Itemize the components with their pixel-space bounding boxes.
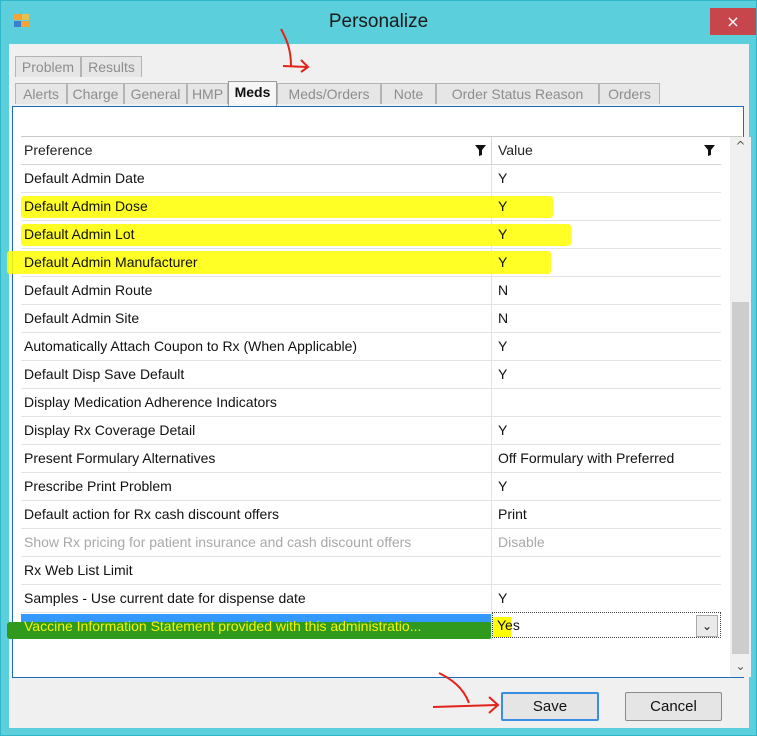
preference-cell: Prescribe Print Problem — [21, 472, 492, 500]
chevron-down-icon[interactable]: ⌄ — [696, 615, 718, 637]
tab-orders[interactable]: Orders — [599, 83, 660, 104]
title-bar[interactable]: Personalize × — [1, 1, 756, 41]
dialog-body: Problem Results Alerts Charge General HM… — [7, 44, 751, 728]
value-cell[interactable]: N — [492, 304, 721, 332]
value-column-header[interactable]: Value — [492, 137, 721, 164]
tab-meds-orders[interactable]: Meds/Orders — [277, 83, 381, 104]
tab-note[interactable]: Note — [381, 83, 436, 104]
table-row[interactable]: Default action for Rx cash discount offe… — [21, 500, 721, 529]
preference-cell: Default Admin Lot — [21, 220, 492, 248]
cancel-button[interactable]: Cancel — [625, 692, 722, 721]
scroll-up-icon[interactable]: ^ — [730, 139, 751, 157]
preference-cell: Samples - Use current date for dispense … — [21, 584, 492, 612]
grid-header: Preference Value — [21, 137, 721, 165]
table-row[interactable]: Display Rx Coverage Detail Y — [21, 416, 721, 445]
value-cell[interactable]: Y — [492, 472, 721, 500]
value-cell: Disable — [498, 534, 545, 550]
preference-cell: Default Admin Dose — [21, 192, 492, 220]
value-cell[interactable]: N — [492, 276, 721, 304]
value-header-label: Value — [498, 142, 533, 158]
scrollbar-thumb[interactable] — [732, 302, 749, 654]
value-cell[interactable]: Y — [492, 192, 721, 220]
value-cell[interactable]: Off Formulary with Preferred — [492, 444, 721, 472]
table-row[interactable]: Default Admin Manufacturer Y — [21, 248, 721, 277]
table-row[interactable]: Default Admin Date Y — [21, 164, 721, 193]
tab-problem[interactable]: Problem — [15, 56, 81, 77]
close-icon: × — [726, 12, 740, 31]
close-button[interactable]: × — [710, 8, 756, 35]
preference-cell: Rx Web List Limit — [21, 556, 492, 584]
value-cell[interactable]: Y — [492, 220, 721, 248]
preference-cell: Default Admin Site — [21, 304, 492, 332]
table-row[interactable]: Show Rx pricing for patient insurance an… — [21, 528, 721, 557]
preference-cell: Automatically Attach Coupon to Rx (When … — [21, 332, 492, 360]
tab-alerts[interactable]: Alerts — [15, 83, 67, 104]
tab-order-status-reason[interactable]: Order Status Reason — [436, 83, 599, 104]
table-row[interactable]: Default Disp Save Default Y — [21, 360, 721, 389]
preference-cell: Default Disp Save Default — [21, 360, 492, 388]
table-row[interactable]: Present Formulary Alternatives Off Formul… — [21, 444, 721, 473]
preference-cell: Vaccine Information Statement provided w… — [21, 612, 492, 640]
vertical-scrollbar[interactable]: ^ ⌄ — [730, 137, 751, 677]
table-row[interactable]: Default Admin Lot Y — [21, 220, 721, 249]
value-cell[interactable] — [492, 388, 721, 416]
value-cell[interactable]: Y — [492, 164, 721, 192]
value-cell[interactable]: Print — [492, 500, 721, 528]
tab-row-main: Alerts Charge General HMP Meds Meds/Orde… — [15, 81, 715, 106]
preference-grid: Preference Value Default Admin Date Y Def… — [7, 136, 751, 677]
window-title: Personalize — [328, 11, 429, 32]
tab-hmp[interactable]: HMP — [187, 83, 228, 104]
annotation-arrow-icon — [280, 28, 310, 73]
tab-meds[interactable]: Meds — [228, 81, 277, 106]
tab-charge[interactable]: Charge — [67, 83, 124, 104]
table-row[interactable]: Prescribe Print Problem Y — [21, 472, 721, 501]
value-cell[interactable]: Y — [492, 332, 721, 360]
table-row[interactable]: Default Admin Site N — [21, 304, 721, 333]
table-row[interactable]: Automatically Attach Coupon to Rx (When … — [21, 332, 721, 361]
preference-column-header[interactable]: Preference — [21, 137, 492, 164]
preference-header-label: Preference — [24, 142, 93, 158]
value-dropdown-text: Yes — [497, 617, 520, 633]
preference-cell: Default Admin Route — [21, 276, 492, 304]
preference-cell: Display Rx Coverage Detail — [21, 416, 492, 444]
preference-cell: Default Admin Date — [21, 164, 492, 192]
annotation-arrow-icon — [432, 672, 500, 714]
table-row[interactable]: Default Admin Dose Y — [21, 192, 721, 221]
preference-cell: Present Formulary Alternatives — [21, 444, 492, 472]
personalize-window: Personalize × Problem Results Alerts Cha… — [0, 0, 757, 736]
meds-panel: Preference Value Default Admin Date Y Def… — [7, 106, 751, 678]
tab-general[interactable]: General — [124, 83, 187, 104]
value-cell[interactable]: Y — [492, 584, 721, 612]
value-cell[interactable]: Y — [492, 248, 721, 276]
selected-table-row[interactable]: Vaccine Information Statement provided w… — [7, 612, 721, 640]
tab-row-top: Problem Results — [15, 56, 315, 78]
preference-cell: Default Admin Manufacturer — [21, 248, 492, 276]
preference-cell: Default action for Rx cash discount offe… — [21, 500, 492, 528]
table-row[interactable]: Rx Web List Limit — [21, 556, 721, 585]
value-dropdown[interactable]: Yes ⌄ — [492, 612, 721, 638]
tab-results[interactable]: Results — [81, 56, 142, 77]
value-cell[interactable]: Y — [492, 360, 721, 388]
save-button[interactable]: Save — [501, 692, 599, 721]
table-row[interactable]: Samples - Use current date for dispense … — [21, 584, 721, 613]
preference-cell: Display Medication Adherence Indicators — [21, 388, 492, 416]
preference-cell: Show Rx pricing for patient insurance an… — [21, 528, 492, 556]
table-row[interactable]: Display Medication Adherence Indicators — [21, 388, 721, 417]
table-row[interactable]: Default Admin Route N — [21, 276, 721, 305]
filter-icon[interactable] — [704, 145, 715, 156]
value-cell[interactable]: Y — [492, 416, 721, 444]
scroll-down-icon[interactable]: ⌄ — [730, 659, 751, 677]
value-cell[interactable] — [492, 556, 721, 584]
filter-icon[interactable] — [475, 145, 486, 156]
